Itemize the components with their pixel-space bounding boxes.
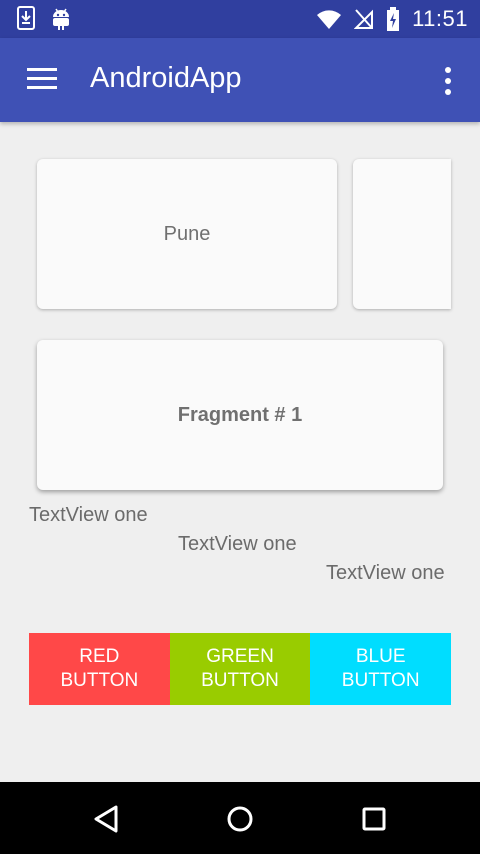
android-icon [53,8,69,30]
home-icon[interactable] [223,802,257,836]
fragment-card-label: Fragment # 1 [177,403,303,426]
color-button-row: RED BUTTON GREEN BUTTON BLUE BUTTON [29,633,452,705]
red-button[interactable]: RED BUTTON [29,633,170,705]
fragment-card[interactable]: Fragment # 1 [37,340,443,490]
hamburger-menu-icon[interactable] [27,68,57,90]
textview-left: TextView one [29,504,148,526]
wifi-icon [317,10,342,29]
blue-button[interactable]: BLUE BUTTON [310,633,452,705]
more-vert-icon[interactable] [440,66,456,96]
app-title: AndroidApp [90,62,242,94]
textview-right: TextView one [326,562,445,584]
battery-charging-icon [387,7,400,31]
city-card-label: Pune [163,222,211,245]
download-icon [17,6,35,30]
next-city-card[interactable] [353,159,451,309]
recents-icon[interactable] [357,802,391,836]
status-bar: 11:51 [0,0,480,38]
green-button[interactable]: GREEN BUTTON [169,633,311,705]
back-icon[interactable] [90,802,124,836]
city-card[interactable]: Pune [37,159,337,309]
no-signal-icon [354,9,374,29]
app-bar: AndroidApp [0,38,480,122]
status-time: 11:51 [412,6,468,31]
textview-center: TextView one [178,533,297,555]
navigation-bar [0,782,480,854]
